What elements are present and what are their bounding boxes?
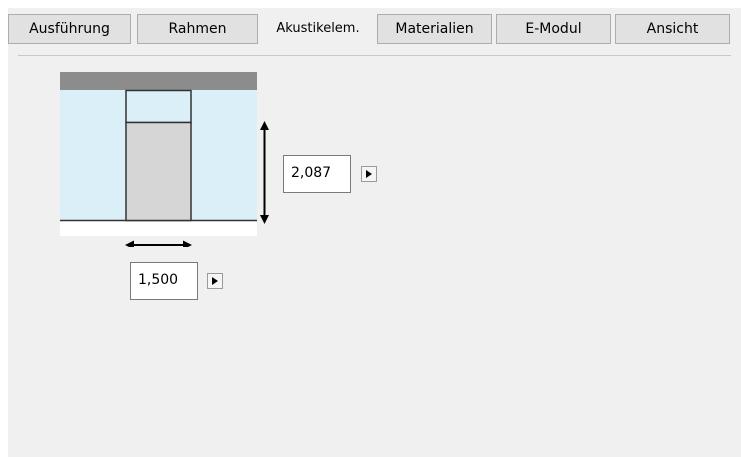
- horizontal-double-arrow-icon: [125, 240, 192, 247]
- acoustic-element-diagram: [60, 72, 269, 247]
- acoustic-element: [125, 121, 192, 222]
- height-spin-button[interactable]: [361, 166, 377, 182]
- play-right-icon: [366, 170, 372, 178]
- tab-e-modul[interactable]: E-Modul: [496, 14, 611, 44]
- tab-ausfuehrung[interactable]: Ausführung: [8, 14, 131, 44]
- upper-panel: [125, 89, 192, 124]
- tab-akustikelem[interactable]: Akustikelem.: [260, 14, 376, 44]
- header-bar: [60, 72, 257, 90]
- tab-materialien[interactable]: Materialien: [377, 14, 492, 44]
- tab-rahmen[interactable]: Rahmen: [137, 14, 258, 44]
- play-right-icon: [212, 277, 218, 285]
- width-spin-button[interactable]: [207, 273, 223, 289]
- tab-separator: [18, 55, 731, 56]
- tab-ansicht[interactable]: Ansicht: [615, 14, 730, 44]
- height-input[interactable]: 2,087: [283, 155, 351, 193]
- floor-strip: [60, 220, 257, 236]
- width-input[interactable]: 1,500: [130, 262, 198, 300]
- vertical-double-arrow-icon: [260, 121, 269, 224]
